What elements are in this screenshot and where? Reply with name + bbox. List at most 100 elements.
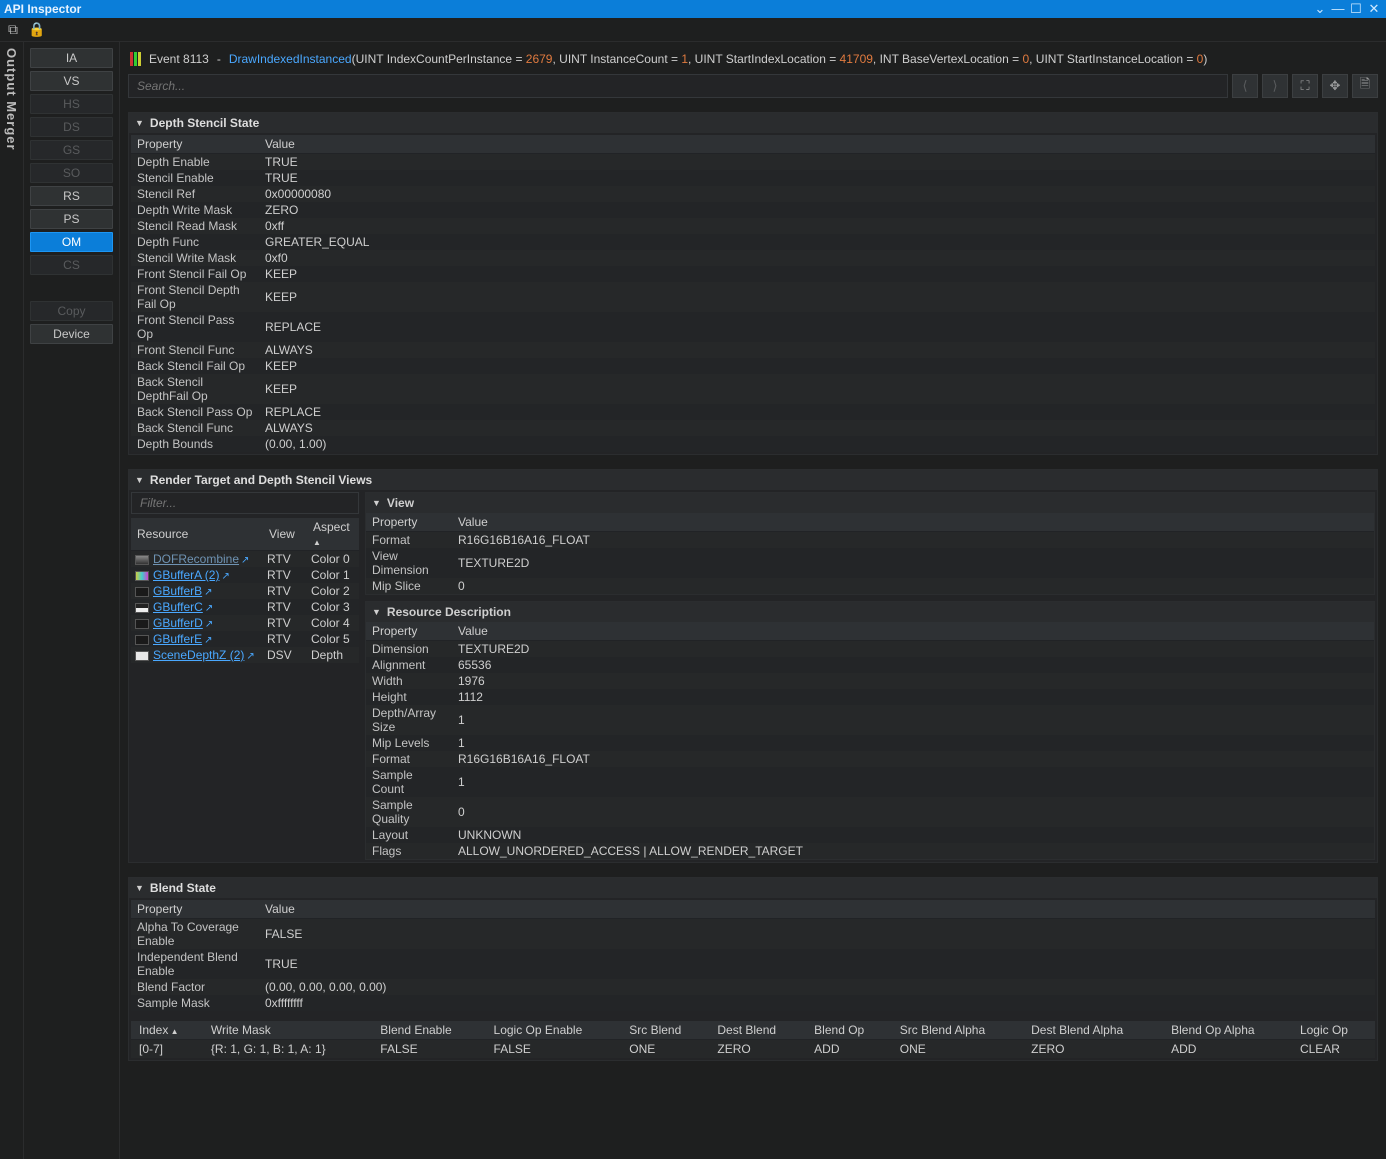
table-row[interactable]: Front Stencil Pass OpREPLACE: [131, 312, 1375, 342]
external-link-icon[interactable]: ↗: [221, 571, 229, 582]
resource-desc-header[interactable]: ▼ Resource Description: [366, 602, 1374, 622]
table-row[interactable]: Sample Mask0xffffffff: [131, 995, 1375, 1011]
resource-link[interactable]: GBufferD: [153, 616, 203, 630]
stage-om-button[interactable]: OM: [30, 232, 113, 252]
col-view[interactable]: View: [263, 518, 307, 551]
expand-all-icon[interactable]: ⛶: [1292, 74, 1318, 98]
col-src-blend[interactable]: Src Blend: [621, 1021, 709, 1040]
maximize-icon[interactable]: ☐: [1348, 2, 1364, 16]
stage-ia-button[interactable]: IA: [30, 48, 113, 68]
table-row[interactable]: Blend Factor(0.00, 0.00, 0.00, 0.00): [131, 979, 1375, 995]
table-row[interactable]: Depth EnableTRUE: [131, 154, 1375, 171]
stage-gs-button[interactable]: GS: [30, 140, 113, 160]
col-blend-op[interactable]: Blend Op: [806, 1021, 892, 1040]
table-row[interactable]: Height1112: [366, 689, 1374, 705]
copy-window-icon[interactable]: ⧉: [8, 21, 18, 38]
table-row[interactable]: Back Stencil FuncALWAYS: [131, 420, 1375, 436]
table-row[interactable]: FlagsALLOW_UNORDERED_ACCESS | ALLOW_REND…: [366, 843, 1374, 859]
minimize-icon[interactable]: —: [1330, 2, 1346, 16]
resource-link[interactable]: GBufferB: [153, 584, 202, 598]
table-row[interactable]: Stencil Read Mask0xff: [131, 218, 1375, 234]
resource-link[interactable]: GBufferC: [153, 600, 203, 614]
table-row[interactable]: LayoutUNKNOWN: [366, 827, 1374, 843]
col-dest-blend-alpha[interactable]: Dest Blend Alpha: [1023, 1021, 1163, 1040]
search-input[interactable]: [128, 74, 1228, 98]
table-row[interactable]: Depth/Array Size1: [366, 705, 1374, 735]
external-link-icon[interactable]: ↗: [246, 651, 254, 662]
col-property[interactable]: Property: [366, 622, 452, 641]
resource-row[interactable]: SceneDepthZ (2)↗DSVDepth: [131, 647, 359, 663]
table-row[interactable]: Stencil EnableTRUE: [131, 170, 1375, 186]
table-row[interactable]: Stencil Write Mask0xf0: [131, 250, 1375, 266]
table-row[interactable]: Front Stencil Depth Fail OpKEEP: [131, 282, 1375, 312]
blend-target-row[interactable]: [0-7] {R: 1, G: 1, B: 1, A: 1} FALSE FAL…: [131, 1040, 1375, 1059]
table-row[interactable]: Alpha To Coverage EnableFALSE: [131, 919, 1375, 950]
table-row[interactable]: Back Stencil Fail OpKEEP: [131, 358, 1375, 374]
table-row[interactable]: Front Stencil Fail OpKEEP: [131, 266, 1375, 282]
resource-link[interactable]: SceneDepthZ (2): [153, 648, 244, 662]
resource-row[interactable]: GBufferE↗RTVColor 5: [131, 631, 359, 647]
depth-stencil-header[interactable]: ▼ Depth Stencil State: [129, 113, 1377, 133]
table-row[interactable]: DimensionTEXTURE2D: [366, 641, 1374, 658]
resource-row[interactable]: GBufferD↗RTVColor 4: [131, 615, 359, 631]
lock-icon[interactable]: 🔒: [28, 21, 45, 38]
table-row[interactable]: Sample Count1: [366, 767, 1374, 797]
stage-so-button[interactable]: SO: [30, 163, 113, 183]
collapse-all-icon[interactable]: ✥: [1322, 74, 1348, 98]
filter-input[interactable]: [131, 492, 359, 514]
stage-hs-button[interactable]: HS: [30, 94, 113, 114]
col-writemask[interactable]: Write Mask: [203, 1021, 372, 1040]
table-row[interactable]: Depth Bounds(0.00, 1.00): [131, 436, 1375, 452]
vertical-tab-label[interactable]: Output Merger: [4, 48, 19, 151]
view-header[interactable]: ▼ View: [366, 493, 1374, 513]
table-row[interactable]: Sample Quality0: [366, 797, 1374, 827]
table-row[interactable]: Stencil Ref0x00000080: [131, 186, 1375, 202]
col-logic-enable[interactable]: Logic Op Enable: [486, 1021, 622, 1040]
table-row[interactable]: Depth FuncGREATER_EQUAL: [131, 234, 1375, 250]
export-icon[interactable]: 🗎: [1352, 74, 1378, 98]
stage-copy-button[interactable]: Copy: [30, 301, 113, 321]
col-resource[interactable]: Resource: [131, 518, 263, 551]
resource-link[interactable]: GBufferA (2): [153, 568, 219, 582]
external-link-icon[interactable]: ↗: [204, 587, 212, 598]
col-value[interactable]: Value: [259, 135, 1375, 154]
stage-ps-button[interactable]: PS: [30, 209, 113, 229]
resource-link[interactable]: GBufferE: [153, 632, 202, 646]
external-link-icon[interactable]: ↗: [241, 555, 249, 566]
draw-call-name[interactable]: DrawIndexedInstanced: [229, 52, 352, 66]
stage-cs-button[interactable]: CS: [30, 255, 113, 275]
col-index[interactable]: Index: [131, 1021, 203, 1040]
stage-ds-button[interactable]: DS: [30, 117, 113, 137]
table-row[interactable]: Mip Slice0: [366, 578, 1374, 594]
table-row[interactable]: Depth Write MaskZERO: [131, 202, 1375, 218]
resource-row[interactable]: GBufferB↗RTVColor 2: [131, 583, 359, 599]
col-value[interactable]: Value: [452, 513, 1374, 532]
col-value[interactable]: Value: [452, 622, 1374, 641]
col-blend-op-alpha[interactable]: Blend Op Alpha: [1163, 1021, 1292, 1040]
next-result-icon[interactable]: ⟩: [1262, 74, 1288, 98]
stage-vs-button[interactable]: VS: [30, 71, 113, 91]
col-logic-op[interactable]: Logic Op: [1292, 1021, 1375, 1040]
col-property[interactable]: Property: [131, 135, 259, 154]
table-row[interactable]: Width1976: [366, 673, 1374, 689]
col-src-blend-alpha[interactable]: Src Blend Alpha: [892, 1021, 1023, 1040]
rtv-dsv-header[interactable]: ▼ Render Target and Depth Stencil Views: [129, 470, 1377, 490]
resource-link[interactable]: DOFRecombine: [153, 552, 239, 566]
table-row[interactable]: Mip Levels1: [366, 735, 1374, 751]
table-row[interactable]: FormatR16G16B16A16_FLOAT: [366, 751, 1374, 767]
col-blend-enable[interactable]: Blend Enable: [372, 1021, 485, 1040]
table-row[interactable]: Front Stencil FuncALWAYS: [131, 342, 1375, 358]
stage-rs-button[interactable]: RS: [30, 186, 113, 206]
col-aspect[interactable]: Aspect: [307, 518, 359, 551]
external-link-icon[interactable]: ↗: [205, 603, 213, 614]
table-row[interactable]: Back Stencil DepthFail OpKEEP: [131, 374, 1375, 404]
external-link-icon[interactable]: ↗: [205, 619, 213, 630]
prev-result-icon[interactable]: ⟨: [1232, 74, 1258, 98]
stage-device-button[interactable]: Device: [30, 324, 113, 344]
table-row[interactable]: Independent Blend EnableTRUE: [131, 949, 1375, 979]
pin-icon[interactable]: ⌄: [1312, 2, 1328, 16]
resource-row[interactable]: DOFRecombine↗RTVColor 0: [131, 551, 359, 568]
table-row[interactable]: FormatR16G16B16A16_FLOAT: [366, 532, 1374, 549]
external-link-icon[interactable]: ↗: [204, 635, 212, 646]
col-value[interactable]: Value: [259, 900, 1375, 919]
